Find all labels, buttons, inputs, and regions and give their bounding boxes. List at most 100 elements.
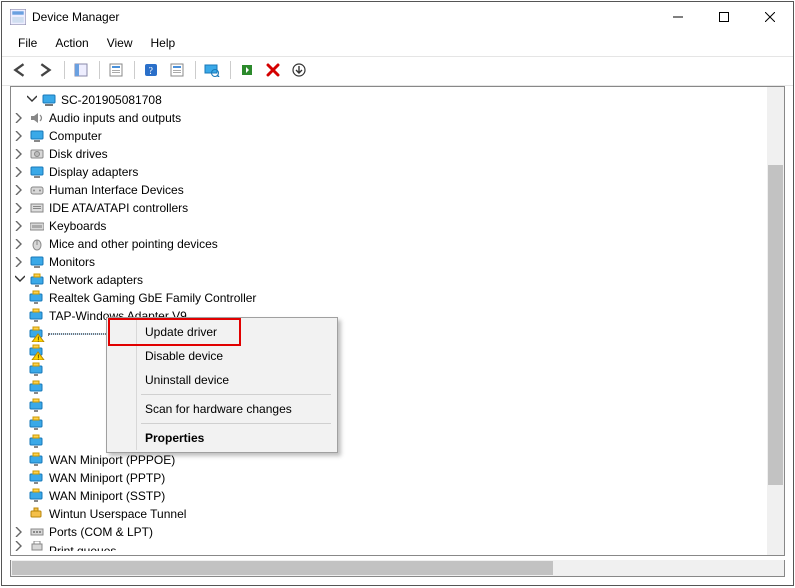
tree-category-label: Audio inputs and outputs bbox=[49, 109, 181, 127]
tree-category-label: IDE ATA/ATAPI controllers bbox=[49, 199, 188, 217]
chevron-right-icon[interactable] bbox=[13, 111, 27, 125]
tree-category-label: Ports (COM & LPT) bbox=[49, 523, 153, 541]
network-adapter-icon bbox=[29, 488, 45, 504]
context-menu-item-label: Update driver bbox=[145, 325, 217, 339]
toolbar-separator bbox=[195, 61, 196, 79]
tree-category-label: Keyboards bbox=[49, 217, 106, 235]
chevron-right-icon[interactable] bbox=[13, 525, 27, 539]
tree-category-label: Network adapters bbox=[49, 271, 143, 289]
enable-device-button[interactable] bbox=[235, 59, 259, 81]
expander-spacer bbox=[13, 327, 27, 341]
expander-spacer bbox=[13, 363, 27, 377]
network-adapter-icon bbox=[29, 434, 45, 450]
context-menu-uninstall-device[interactable]: Uninstall device bbox=[109, 368, 335, 392]
scrollbar-thumb[interactable] bbox=[12, 561, 553, 575]
chevron-right-icon[interactable] bbox=[13, 237, 27, 251]
menu-view[interactable]: View bbox=[99, 34, 141, 52]
tree-category[interactable]: Print queues bbox=[13, 541, 767, 551]
port-icon bbox=[29, 524, 45, 540]
expander-spacer bbox=[13, 435, 27, 449]
mouse-icon bbox=[29, 236, 45, 252]
tree-category[interactable]: Human Interface Devices bbox=[13, 181, 767, 199]
tree-category[interactable]: Monitors bbox=[13, 253, 767, 271]
tree-category[interactable]: Audio inputs and outputs bbox=[13, 109, 767, 127]
chevron-right-icon[interactable] bbox=[13, 255, 27, 269]
menu-action[interactable]: Action bbox=[47, 34, 96, 52]
speaker-icon bbox=[29, 110, 45, 126]
drive-icon bbox=[29, 146, 45, 162]
tree-category[interactable]: Disk drives bbox=[13, 145, 767, 163]
chevron-right-icon[interactable] bbox=[13, 219, 27, 233]
tree-root[interactable]: SC-201905081708 bbox=[13, 91, 767, 109]
network-adapter-icon bbox=[29, 290, 45, 306]
tree-device[interactable]: WAN Miniport (PPTP) bbox=[13, 469, 767, 487]
update-driver-button[interactable] bbox=[287, 59, 311, 81]
toolbar-separator bbox=[230, 61, 231, 79]
expander-spacer bbox=[13, 507, 27, 521]
close-button[interactable] bbox=[747, 2, 793, 32]
scrollbar-thumb[interactable] bbox=[768, 165, 783, 485]
menu-help[interactable]: Help bbox=[143, 34, 184, 52]
help-button[interactable] bbox=[139, 59, 163, 81]
chevron-right-icon[interactable] bbox=[13, 165, 27, 179]
tree-category-network-adapters[interactable]: Network adapters bbox=[13, 271, 767, 289]
tree-category[interactable]: Computer bbox=[13, 127, 767, 145]
context-menu-properties[interactable]: Properties bbox=[109, 426, 335, 450]
horizontal-scrollbar[interactable] bbox=[10, 560, 785, 577]
tree-device[interactable]: WAN Miniport (SSTP) bbox=[13, 487, 767, 505]
context-menu-item-label: Properties bbox=[145, 431, 204, 445]
window-frame: Device Manager File Action View Help bbox=[1, 1, 794, 586]
network-adapter-warning-icon bbox=[29, 326, 45, 342]
tree-category-label: Print queues bbox=[49, 542, 116, 551]
tree-category[interactable]: Mice and other pointing devices bbox=[13, 235, 767, 253]
toolbar-separator bbox=[134, 61, 135, 79]
context-menu-scan-hardware[interactable]: Scan for hardware changes bbox=[109, 397, 335, 421]
tree-category[interactable]: IDE ATA/ATAPI controllers bbox=[13, 199, 767, 217]
expander-spacer bbox=[13, 309, 27, 323]
chevron-down-icon[interactable] bbox=[25, 93, 39, 107]
tree-category[interactable]: Keyboards bbox=[13, 217, 767, 235]
tree-device[interactable]: WAN Miniport (PPPOE) bbox=[13, 451, 767, 469]
chevron-right-icon[interactable] bbox=[13, 541, 27, 551]
nav-forward-button[interactable] bbox=[34, 59, 58, 81]
device-tree[interactable]: SC-201905081708 Audio inputs and outputs… bbox=[11, 87, 767, 555]
titlebar: Device Manager bbox=[2, 2, 793, 32]
chevron-right-icon[interactable] bbox=[13, 147, 27, 161]
monitor-icon bbox=[29, 164, 45, 180]
tree-device[interactable]: Wintun Userspace Tunnel bbox=[13, 505, 767, 523]
maximize-button[interactable] bbox=[701, 2, 747, 32]
app-icon bbox=[10, 9, 26, 25]
computer-icon bbox=[41, 92, 57, 108]
monitor-icon bbox=[29, 128, 45, 144]
context-menu-separator bbox=[141, 394, 331, 395]
tree-category-label: Display adapters bbox=[49, 163, 138, 181]
uninstall-device-button[interactable] bbox=[261, 59, 285, 81]
scan-hardware-button[interactable] bbox=[200, 59, 224, 81]
hid-icon bbox=[29, 182, 45, 198]
chevron-down-icon[interactable] bbox=[13, 273, 27, 287]
network-adapter-icon bbox=[29, 272, 45, 288]
chevron-right-icon[interactable] bbox=[13, 201, 27, 215]
monitor-icon bbox=[29, 254, 45, 270]
properties-button[interactable] bbox=[104, 59, 128, 81]
window-title: Device Manager bbox=[32, 10, 655, 24]
tree-category[interactable]: Display adapters bbox=[13, 163, 767, 181]
minimize-button[interactable] bbox=[655, 2, 701, 32]
nav-back-button[interactable] bbox=[8, 59, 32, 81]
tree-device[interactable]: Realtek Gaming GbE Family Controller bbox=[13, 289, 767, 307]
content-area: SC-201905081708 Audio inputs and outputs… bbox=[10, 86, 785, 556]
tree-category[interactable]: Ports (COM & LPT) bbox=[13, 523, 767, 541]
context-menu-item-label: Uninstall device bbox=[145, 373, 229, 387]
vertical-scrollbar[interactable] bbox=[767, 87, 784, 555]
expander-spacer bbox=[13, 345, 27, 359]
context-menu-update-driver[interactable]: Update driver bbox=[109, 320, 335, 344]
context-menu-disable-device[interactable]: Disable device bbox=[109, 344, 335, 368]
network-adapter-icon bbox=[29, 452, 45, 468]
menu-file[interactable]: File bbox=[10, 34, 45, 52]
network-adapter-icon bbox=[29, 380, 45, 396]
tree-category-label: Disk drives bbox=[49, 145, 108, 163]
chevron-right-icon[interactable] bbox=[13, 129, 27, 143]
action-center-button[interactable] bbox=[165, 59, 189, 81]
show-hide-console-tree-button[interactable] bbox=[69, 59, 93, 81]
chevron-right-icon[interactable] bbox=[13, 183, 27, 197]
